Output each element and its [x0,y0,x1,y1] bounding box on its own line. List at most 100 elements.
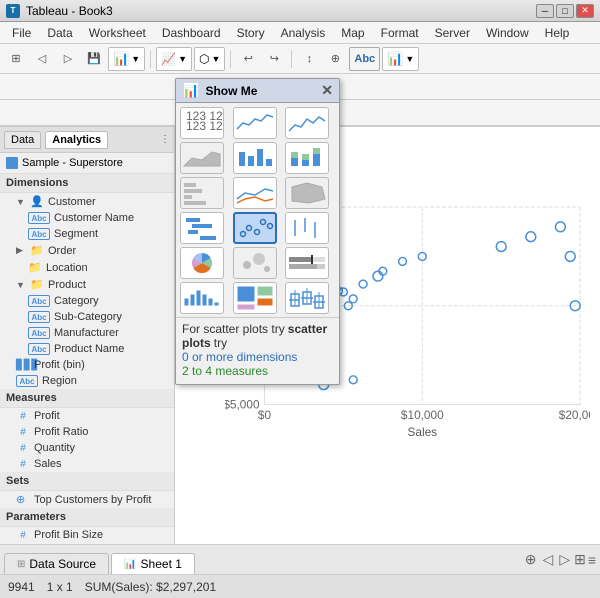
app-icon: T [6,4,20,18]
measure-icon-qty: # [16,443,30,454]
tab-grid-btn[interactable]: ⊞ [574,551,586,568]
field-order[interactable]: ▶ 📁 Order [0,242,174,259]
chart-type-dual-line[interactable] [233,177,277,209]
data-tab[interactable]: Data [4,131,41,149]
field-profit-bin[interactable]: ▊▊▊ Profit (bin) [0,357,174,373]
maximize-button[interactable]: □ [556,4,574,18]
datasource-tab-icon: ⊞ [17,559,25,570]
show-me-chart-icon: 📊 [182,82,199,99]
set-icon: ⊕ [16,493,30,506]
toolbar-redo[interactable]: ↪ [262,47,286,71]
chart-type-line-continuous[interactable] [285,107,329,139]
window-controls[interactable]: ─ □ ✕ [536,4,594,18]
field-category[interactable]: Abc Category [0,293,174,309]
chart-type-gantt[interactable] [180,212,224,244]
chart-type-text-table[interactable]: 123 123123 123 [180,107,224,139]
toolbar-label[interactable]: Abc [349,47,380,71]
title-bar: T Tableau - Book3 ─ □ ✕ [0,0,600,22]
close-button[interactable]: ✕ [576,4,594,18]
field-subcategory[interactable]: Abc Sub-Category [0,309,174,325]
menu-analysis[interactable]: Analysis [273,24,334,42]
abc-icon: Abc [28,212,50,224]
field-profit[interactable]: # Profit [0,408,174,424]
menu-server[interactable]: Server [427,24,478,42]
show-me-panel[interactable]: 📊 Show Me ✕ 123 123123 123 [175,78,340,385]
toolbar-undo[interactable]: ↩ [236,47,260,71]
field-manufacturer[interactable]: Abc Manufacturer [0,325,174,341]
field-top-customers[interactable]: ⊕ Top Customers by Profit [0,491,174,508]
chart-type-line-discrete[interactable] [233,107,277,139]
field-profit-bin-size[interactable]: # Profit Bin Size [0,527,174,543]
tab-nav-next[interactable]: ▷ [557,551,572,568]
chart-type-pie[interactable] [180,247,224,279]
footer-text: For scatter plots try [182,322,285,336]
parameters-header: Parameters [0,508,174,527]
svg-text:$0: $0 [258,408,272,422]
tab-nav: ⊕ ◁ ▷ ⊞ ≡ [519,551,600,568]
menu-dashboard[interactable]: Dashboard [154,24,229,42]
measure-icon-ratio: # [16,427,30,438]
chart-type-candlestick[interactable] [285,212,329,244]
chart-type-treemap[interactable] [233,282,277,314]
menu-help[interactable]: Help [537,24,578,42]
minimize-button[interactable]: ─ [536,4,554,18]
toolbar-sep1 [150,50,151,68]
toolbar-back[interactable]: ◁ [30,47,54,71]
menu-window[interactable]: Window [478,24,537,42]
menu-map[interactable]: Map [333,24,372,42]
order-folder-icon: 📁 [30,244,44,257]
toolbar: ⊞ ◁ ▷ 💾 📊▼ 📈▼ ⬡▼ ↩ ↪ ↕ ⊕ Abc 📊▼ [0,44,600,74]
datasource-label[interactable]: Sample - Superstore [0,153,174,174]
chart-type-boxplot[interactable] [285,282,329,314]
field-region[interactable]: Abc Region [0,373,174,389]
svg-text:123 123: 123 123 [186,119,222,133]
tab-sheet1[interactable]: 📊 Sheet 1 [111,553,195,574]
field-customer[interactable]: ▼ 👤 Customer [0,193,174,210]
menu-format[interactable]: Format [373,24,427,42]
tab-list-btn[interactable]: ≡ [588,552,596,568]
field-location[interactable]: 📁 Location [0,259,174,276]
menu-story[interactable]: Story [229,24,273,42]
chart-type-scatter[interactable] [233,212,277,244]
field-profit-ratio[interactable]: # Profit Ratio [0,424,174,440]
toolbar-chart-type[interactable]: 📈▼ [156,47,192,71]
panel-options[interactable]: ⋮ [160,134,170,145]
order-arrow: ▶ [16,245,26,256]
analytics-tab[interactable]: Analytics [45,131,108,149]
field-customer-name[interactable]: Abc Customer Name [0,210,174,226]
toolbar-group[interactable]: ⊕ [323,47,347,71]
menu-worksheet[interactable]: Worksheet [81,24,154,42]
field-sales[interactable]: # Sales [0,456,174,472]
svg-text:Sales: Sales [408,425,438,439]
chart-type-bar[interactable] [233,142,277,174]
toolbar-sort[interactable]: ↕ [297,47,321,71]
tab-nav-add[interactable]: ⊕ [523,551,539,568]
field-product[interactable]: ▼ 📁 Product [0,276,174,293]
toolbar-new[interactable]: ⊞ [4,47,28,71]
field-segment[interactable]: Abc Segment [0,226,174,242]
measure-icon-sales: # [16,459,30,470]
status-dimensions: 1 x 1 [47,580,73,594]
tab-datasource[interactable]: ⊞ Data Source [4,553,109,574]
customer-arrow: ▼ [16,197,26,207]
chart-type-bullet[interactable] [285,247,329,279]
field-product-name[interactable]: Abc Product Name [0,341,174,357]
chart-type-stacked-bar[interactable] [285,142,329,174]
field-quantity[interactable]: # Quantity [0,440,174,456]
product-arrow: ▼ [16,280,26,290]
toolbar-chart-dropdown[interactable]: 📊▼ [382,47,419,71]
toolbar-marks[interactable]: ⬡▼ [194,47,225,71]
toolbar-connect[interactable]: 📊▼ [108,47,145,71]
menu-data[interactable]: Data [39,24,80,42]
chart-type-histogram[interactable] [180,282,224,314]
measure-icon-profit: # [16,411,30,422]
toolbar-forward[interactable]: ▷ [56,47,80,71]
tab-nav-prev[interactable]: ◁ [541,551,556,568]
left-panel: Data Analytics ⋮ Sample - Superstore Dim… [0,127,175,544]
abc-icon-7: Abc [16,375,38,387]
toolbar-save[interactable]: 💾 [82,47,106,71]
menu-bar: File Data Worksheet Dashboard Story Anal… [0,22,600,44]
menu-file[interactable]: File [4,24,39,42]
footer-measures: 2 to 4 measures [182,364,268,378]
show-me-close-btn[interactable]: ✕ [321,82,333,99]
